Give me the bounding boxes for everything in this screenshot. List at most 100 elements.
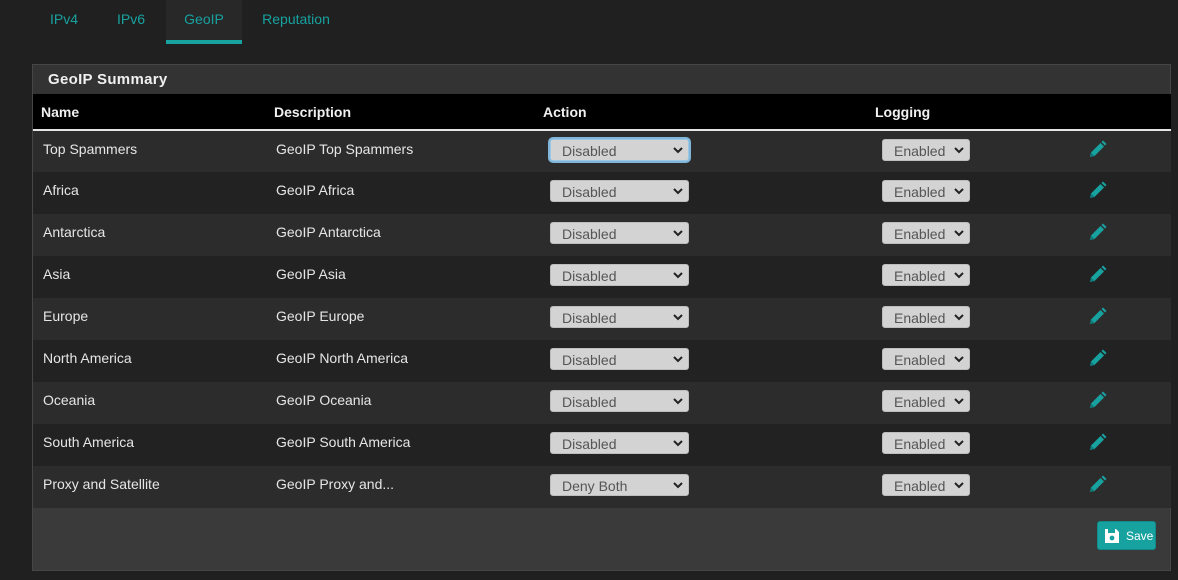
row-description: GeoIP Europe [276, 308, 365, 324]
column-header-name: Name [41, 103, 80, 120]
table-row: Proxy and Satellite GeoIP Proxy and... Den… [33, 466, 1171, 508]
action-select[interactable]: Disabled [550, 432, 689, 454]
row-logging-cell: Enabled [865, 340, 1075, 382]
table-row: North America GeoIP North America Disabled… [33, 340, 1171, 382]
row-description: GeoIP Top Spammers [276, 141, 414, 157]
logging-select[interactable]: Enabled [882, 180, 970, 202]
chevron-down-icon [673, 147, 683, 154]
logging-select[interactable]: Enabled [882, 139, 970, 161]
action-select[interactable]: Disabled [550, 264, 689, 286]
logging-select[interactable]: Enabled [882, 348, 970, 370]
action-select-value: Disabled [562, 310, 617, 326]
row-action-cell: Disabled [533, 424, 865, 466]
tab-reputation[interactable]: Reputation [242, 0, 350, 44]
logging-select[interactable]: Enabled [882, 474, 970, 496]
row-action-cell: Disabled [533, 130, 865, 172]
tab-bar: IPv4 IPv6 GeoIP Reputation [32, 0, 350, 44]
row-name: Asia [43, 266, 71, 282]
panel-title: GeoIP Summary [33, 65, 1170, 94]
row-edit-cell [1075, 466, 1171, 508]
row-edit-cell [1075, 298, 1171, 340]
logging-select-value: Enabled [894, 478, 946, 494]
action-select-value: Disabled [562, 436, 617, 452]
chevron-down-icon [673, 356, 683, 363]
chevron-down-icon [954, 398, 964, 405]
logging-select-value: Enabled [894, 268, 946, 284]
row-description: GeoIP Asia [276, 266, 346, 282]
row-name: Europe [43, 308, 89, 324]
column-header-logging: Logging [875, 103, 931, 120]
pencil-icon[interactable] [1086, 264, 1108, 286]
action-select[interactable]: Disabled [550, 180, 689, 202]
chevron-down-icon [673, 230, 683, 237]
table-header-row: Name Description Action Logging [33, 94, 1171, 130]
row-description: GeoIP Antarctica [276, 224, 381, 240]
column-header-description: Description [274, 103, 352, 120]
action-select[interactable]: Disabled [550, 390, 689, 412]
chevron-down-icon [954, 188, 964, 195]
table-row: Antarctica GeoIP Antarctica Disabled Enable… [33, 214, 1171, 256]
pencil-icon[interactable] [1086, 139, 1108, 161]
action-select-value: Disabled [562, 143, 617, 159]
row-action-cell: Disabled [533, 256, 865, 298]
row-action-cell: Disabled [533, 382, 865, 424]
action-select-value: Deny Both [562, 478, 628, 494]
logging-select-value: Enabled [894, 310, 946, 326]
chevron-down-icon [954, 230, 964, 237]
logging-select-value: Enabled [894, 184, 946, 200]
column-header-edit [1075, 94, 1171, 130]
row-logging-cell: Enabled [865, 130, 1075, 172]
row-description: GeoIP North America [276, 350, 409, 366]
chevron-down-icon [954, 314, 964, 321]
row-name: Africa [43, 182, 79, 198]
action-select[interactable]: Disabled [550, 222, 689, 244]
save-button-label: Save [1126, 528, 1154, 543]
action-select-value: Disabled [562, 184, 617, 200]
logging-select[interactable]: Enabled [882, 222, 970, 244]
tab-ipv6[interactable]: IPv6 [96, 0, 166, 44]
tab-ipv4[interactable]: IPv4 [32, 0, 96, 44]
save-button[interactable]: Save [1097, 521, 1156, 550]
action-select[interactable]: Disabled [550, 348, 689, 370]
action-select-value: Disabled [562, 226, 617, 242]
row-logging-cell: Enabled [865, 214, 1075, 256]
row-name: North America [43, 350, 132, 366]
floppy-disk-icon [1105, 528, 1119, 543]
pencil-icon[interactable] [1086, 474, 1108, 496]
row-name: Oceania [43, 392, 96, 408]
pencil-icon[interactable] [1086, 180, 1108, 202]
logging-select[interactable]: Enabled [882, 264, 970, 286]
action-select[interactable]: Disabled [550, 306, 689, 328]
row-logging-cell: Enabled [865, 256, 1075, 298]
logging-select-value: Enabled [894, 226, 946, 242]
chevron-down-icon [673, 188, 683, 195]
logging-select[interactable]: Enabled [882, 306, 970, 328]
chevron-down-icon [673, 440, 683, 447]
pencil-icon[interactable] [1086, 222, 1108, 244]
chevron-down-icon [673, 314, 683, 321]
row-description: GeoIP South America [276, 434, 411, 450]
logging-select-value: Enabled [894, 352, 946, 368]
row-description: GeoIP Africa [276, 182, 355, 198]
row-action-cell: Disabled [533, 172, 865, 214]
chevron-down-icon [673, 398, 683, 405]
row-description: GeoIP Proxy and... [276, 476, 395, 492]
row-name: Proxy and Satellite [43, 476, 160, 492]
pencil-icon[interactable] [1086, 432, 1108, 454]
pencil-icon[interactable] [1086, 390, 1108, 412]
row-edit-cell [1075, 424, 1171, 466]
logging-select-value: Enabled [894, 143, 946, 159]
action-select[interactable]: Deny Both [550, 474, 689, 496]
logging-select[interactable]: Enabled [882, 432, 970, 454]
row-logging-cell: Enabled [865, 424, 1075, 466]
action-select[interactable]: Disabled [550, 139, 689, 161]
row-edit-cell [1075, 214, 1171, 256]
tab-geoip[interactable]: GeoIP [166, 0, 242, 44]
logging-select[interactable]: Enabled [882, 390, 970, 412]
chevron-down-icon [954, 147, 964, 154]
pencil-icon[interactable] [1086, 348, 1108, 370]
pencil-icon[interactable] [1086, 306, 1108, 328]
row-edit-cell [1075, 340, 1171, 382]
chevron-down-icon [954, 272, 964, 279]
row-edit-cell [1075, 382, 1171, 424]
